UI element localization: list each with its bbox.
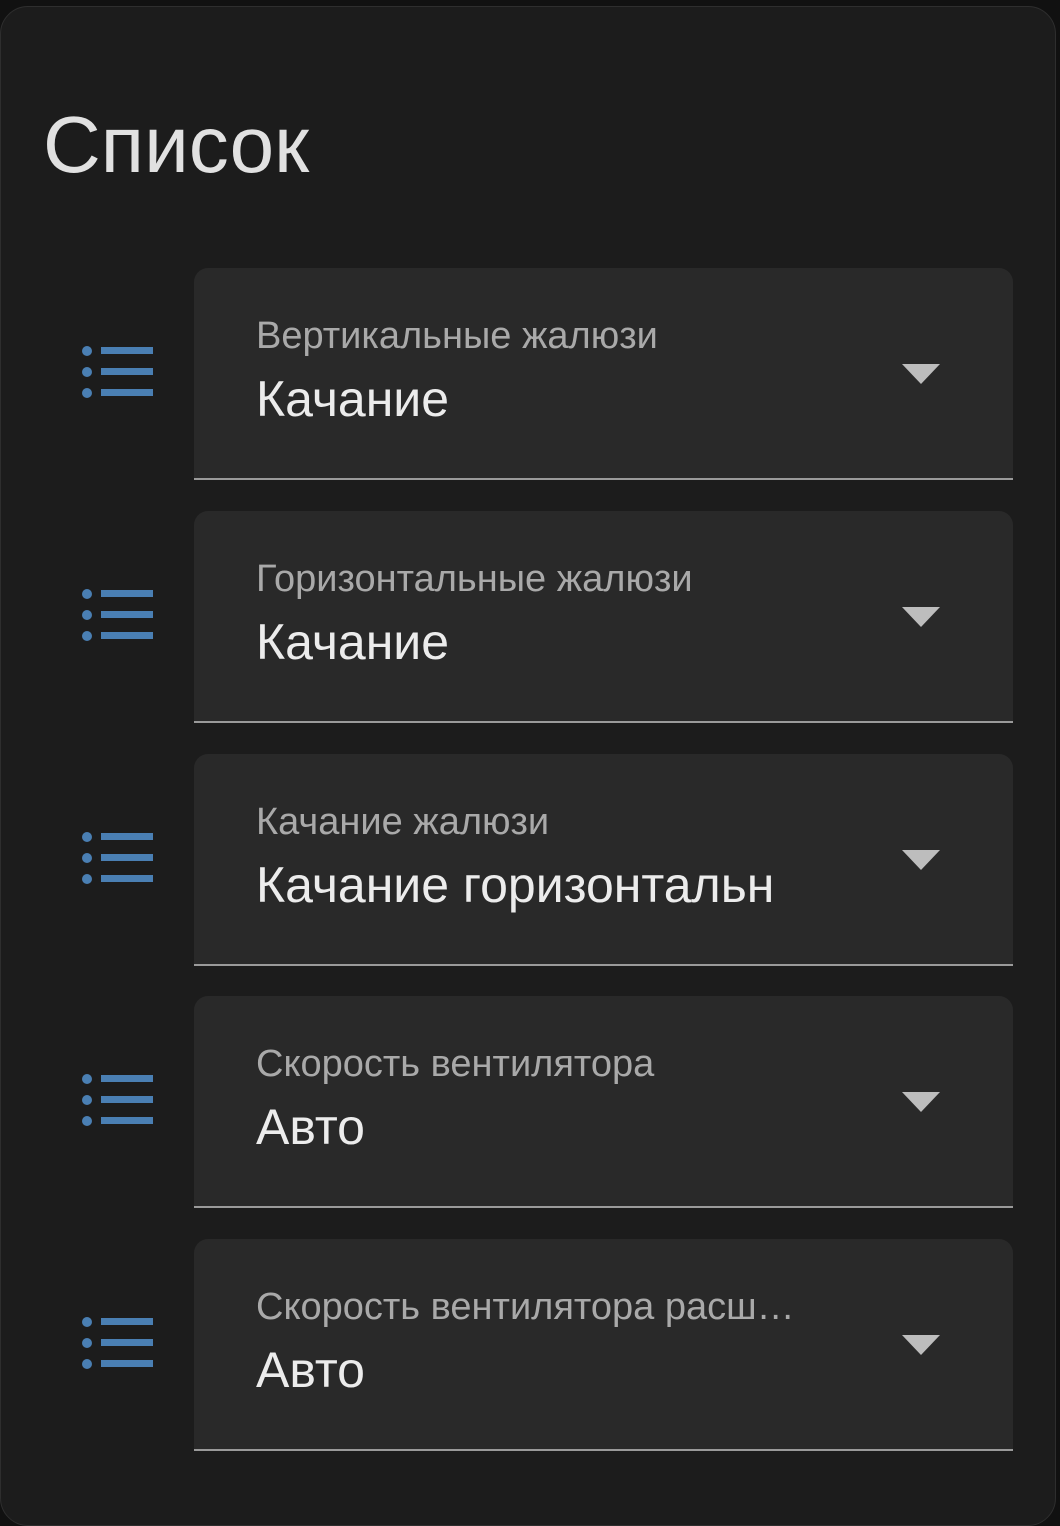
select-value: Качание (256, 372, 450, 427)
card-title: Список (43, 100, 310, 189)
select-row: Горизонтальные жалюзи Качание (1, 511, 1057, 723)
menu-down-icon[interactable] (902, 607, 940, 627)
select-value: Качание горизонтальн (256, 858, 775, 913)
select-fan-speed[interactable]: Скорость вентилятора Авто (194, 996, 1013, 1208)
select-row: Вертикальные жалюзи Качание (1, 268, 1057, 480)
select-label: Качание жалюзи (256, 802, 550, 843)
format-list-bulleted-icon (82, 1317, 153, 1369)
select-label: Горизонтальные жалюзи (256, 559, 693, 600)
select-swing-mode[interactable]: Качание жалюзи Качание горизонтальн (194, 754, 1013, 966)
select-row: Качание жалюзи Качание горизонтальн (1, 754, 1057, 966)
entities-card: Список Вертикальные жалюзи Качание Гориз… (0, 6, 1056, 1526)
menu-down-icon[interactable] (902, 1335, 940, 1355)
select-label: Вертикальные жалюзи (256, 316, 658, 357)
format-list-bulleted-icon (82, 1074, 153, 1126)
select-label: Скорость вентилятора расш… (256, 1287, 795, 1328)
menu-down-icon[interactable] (902, 850, 940, 870)
format-list-bulleted-icon (82, 589, 153, 641)
select-row: Скорость вентилятора Авто (1, 996, 1057, 1208)
select-row: Скорость вентилятора расш… Авто (1, 1239, 1057, 1451)
menu-down-icon[interactable] (902, 364, 940, 384)
menu-down-icon[interactable] (902, 1092, 940, 1112)
select-vertical-vane[interactable]: Вертикальные жалюзи Качание (194, 268, 1013, 480)
select-value: Авто (256, 1100, 365, 1155)
select-label: Скорость вентилятора (256, 1044, 655, 1085)
select-value: Авто (256, 1343, 365, 1398)
select-horizontal-vane[interactable]: Горизонтальные жалюзи Качание (194, 511, 1013, 723)
format-list-bulleted-icon (82, 832, 153, 884)
select-value: Качание (256, 615, 450, 670)
select-fan-speed-extended[interactable]: Скорость вентилятора расш… Авто (194, 1239, 1013, 1451)
format-list-bulleted-icon (82, 346, 153, 398)
